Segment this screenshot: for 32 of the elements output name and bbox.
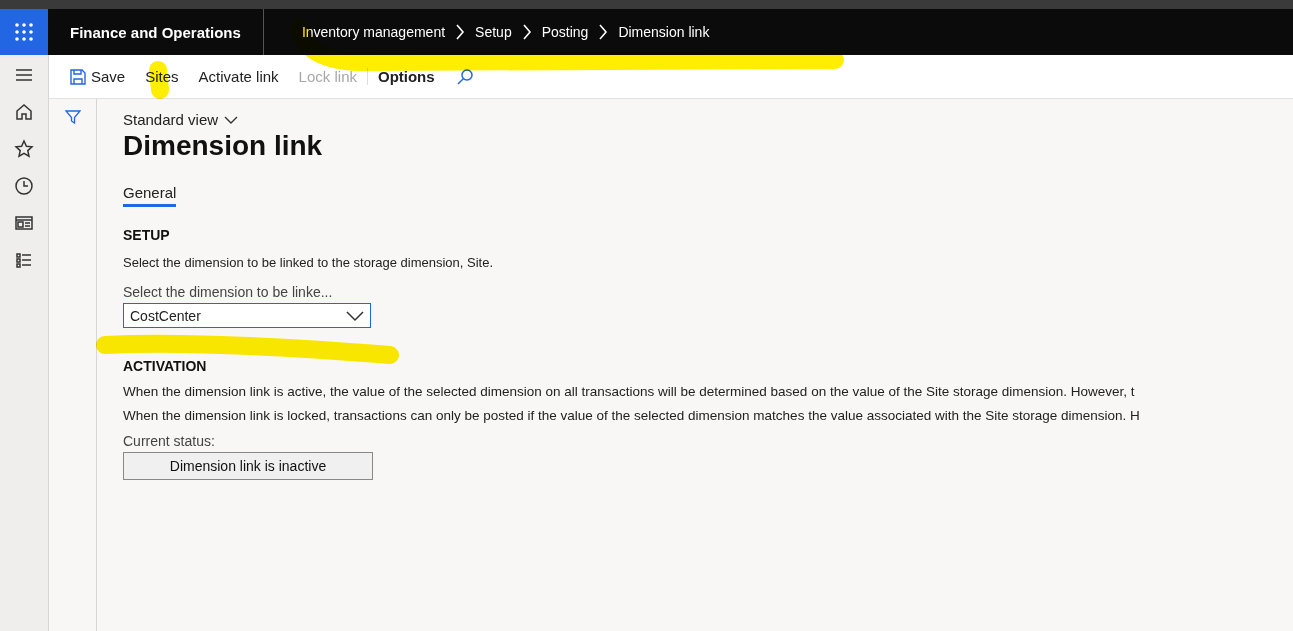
workspace-icon[interactable] xyxy=(14,213,34,233)
section-heading: SETUP xyxy=(123,227,170,243)
page-title: Dimension link xyxy=(123,130,323,162)
list-icon[interactable] xyxy=(14,250,34,270)
breadcrumb-link[interactable]: Dimension link xyxy=(618,24,710,40)
description-text: Select the dimension to be linked to the storage dimension, Site. xyxy=(123,255,493,270)
status-button[interactable]: Dimension link is inactive xyxy=(123,452,373,480)
chevron-down-icon xyxy=(346,309,364,322)
save-icon xyxy=(69,67,87,86)
chevron-icon xyxy=(598,24,609,40)
clock-icon[interactable] xyxy=(14,176,34,196)
breadcrumb-link[interactable]: Posting xyxy=(541,24,589,40)
field-label: Select the dimension to be linke... xyxy=(123,284,333,300)
filter-icon[interactable] xyxy=(64,109,81,125)
chevron-down-icon xyxy=(224,114,239,125)
dimension-dropdown[interactable]: CostCenter xyxy=(123,303,371,328)
description-text: When the dimension link is locked, transactions can only be posted if the value of the selected dimension matches the value associated with the Site storage dimension. H xyxy=(123,408,1140,423)
field-label: Current status: xyxy=(123,433,215,449)
description-text: When the dimension link is active, the value of the selected dimension on all transactions will be determined based on the value of the Site storage dimension. However, t xyxy=(123,384,1135,399)
chevron-icon xyxy=(455,24,466,40)
view-selector[interactable]: Standard view xyxy=(123,111,239,128)
tab[interactable]: General xyxy=(123,184,177,207)
app-launcher-icon[interactable] xyxy=(0,9,48,55)
section-heading: ACTIVATION xyxy=(123,358,207,374)
save-button[interactable]: Save xyxy=(59,67,136,86)
chevron-icon xyxy=(521,24,532,40)
breadcrumb-link[interactable]: Setup xyxy=(475,24,512,40)
toolbar-button[interactable]: Options xyxy=(366,68,445,85)
toolbar-button[interactable]: Activate link xyxy=(188,68,289,85)
home-icon[interactable] xyxy=(14,102,34,122)
breadcrumb-link[interactable]: Inventory management xyxy=(301,24,446,40)
star-icon[interactable] xyxy=(14,139,34,159)
